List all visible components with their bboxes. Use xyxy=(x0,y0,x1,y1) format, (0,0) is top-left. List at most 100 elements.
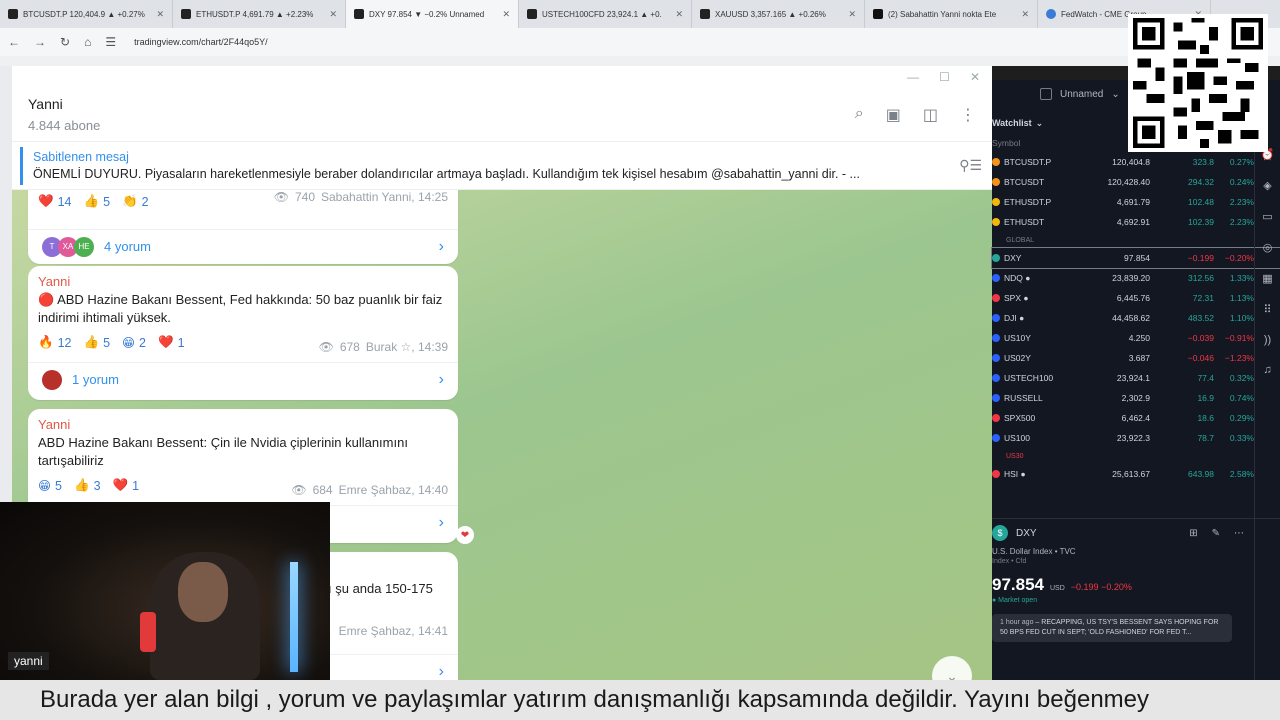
tab-close-icon[interactable]: ✕ xyxy=(156,9,164,20)
reaction-chip[interactable]: 😁 5 xyxy=(38,478,62,494)
apps-icon[interactable]: ⠿ xyxy=(1263,303,1271,316)
chat-icon[interactable]: ▭ xyxy=(1262,210,1272,223)
browser-tab[interactable]: ETHUSDT.P 4,691.79 ▲ +2.23% ✕ xyxy=(173,0,346,28)
message-meta: 👁 740 Sabahattin Yanni, 14:25 xyxy=(274,190,448,204)
home-icon[interactable]: ⌂ xyxy=(84,35,91,49)
reaction-chip[interactable]: 👍 3 xyxy=(74,478,101,493)
calendar-icon[interactable]: ▦ xyxy=(1262,272,1272,285)
reaction-chip[interactable]: ❤️ 14 xyxy=(38,194,71,209)
reaction-chip[interactable]: 🔥 12 xyxy=(38,335,71,350)
reload-icon[interactable]: ↻ xyxy=(60,35,70,49)
watchlist-row[interactable]: DJI ● 44,458.62 483.52 1.10% xyxy=(992,308,1280,328)
screen: BTCUSDT.P 120,404.9 ▲ +0.27% ✕ ETHUSDT.P… xyxy=(0,0,1280,720)
chevron-right-icon: › xyxy=(438,370,444,388)
bell-icon[interactable]: ♫ xyxy=(1263,364,1271,376)
bookmarks-bar xyxy=(0,56,1280,66)
last-price: 23,924.1 xyxy=(1116,373,1150,383)
tab-close-icon[interactable]: ✕ xyxy=(848,9,856,20)
market-status: ● Market open xyxy=(992,597,1038,604)
pinned-accent-bar xyxy=(20,146,23,185)
group-global[interactable]: GLOBAL xyxy=(992,232,1280,248)
tab-close-icon[interactable]: ✕ xyxy=(502,9,510,20)
watchlist-row[interactable]: BTCUSDT 120,428.40 294.32 0.24% xyxy=(992,172,1280,192)
change-percent: 0.74% xyxy=(1229,393,1254,403)
reaction-chip[interactable]: 👍 5 xyxy=(83,194,110,209)
pinned-message[interactable]: Sabitlenen mesaj ÖNEMLİ DUYURU. Piyasala… xyxy=(12,142,992,190)
tradingview-icon xyxy=(8,9,18,19)
browser-tab[interactable]: XAUUSD 3,357.165 ▲ +0.26% ✕ xyxy=(692,0,865,28)
layout-name[interactable]: Unnamed xyxy=(1060,89,1103,100)
watchlist-row[interactable]: SPX500 6,462.4 18.6 0.29% xyxy=(992,408,1280,428)
views-count: 678 xyxy=(339,340,360,354)
change: 18.6 xyxy=(1197,413,1214,423)
message-bubble[interactable]: ❤️ 14 👍 5 👏 2 👁 740 Sabahattin Yanni, 14:25 T… xyxy=(28,190,458,264)
minimize-icon[interactable]: — xyxy=(907,70,919,84)
message-signature: Burak ☆, 14:39 xyxy=(365,340,448,354)
tab-close-icon[interactable]: ✕ xyxy=(329,9,337,20)
watchlist-row[interactable]: US10Y 4.250 −0.039 −0.91% xyxy=(992,328,1280,348)
watchlist-row[interactable]: US02Y 3.687 −0.046 −1.23% xyxy=(992,348,1280,368)
qr-code xyxy=(1128,14,1268,152)
browser-tab[interactable]: (2) Sabahattin Yanni nokta Ete ✕ xyxy=(865,0,1038,28)
watchlist-row[interactable]: DXY 97.854 −0.199 −0.20% xyxy=(991,247,1280,269)
grid-icon[interactable]: ⊞ xyxy=(1189,528,1197,539)
reaction-chip[interactable]: 👍 5 xyxy=(83,335,110,350)
browser-tab[interactable]: BTCUSDT.P 120,404.9 ▲ +0.27% ✕ xyxy=(0,0,173,28)
reaction-count: 1 xyxy=(132,478,140,493)
reaction-chip[interactable]: ❤️ 1 xyxy=(158,335,185,350)
close-icon[interactable]: ✕ xyxy=(970,70,980,84)
more-icon[interactable]: ⋯ xyxy=(1234,528,1244,539)
watchlist-row[interactable]: SPX ● 6,445.76 72.31 1.13% xyxy=(992,288,1280,308)
layout-checkbox[interactable] xyxy=(1040,88,1052,100)
watchlist-row[interactable]: NDQ ● 23,839.20 312.56 1.33% xyxy=(992,268,1280,288)
col-symbol[interactable]: Symbol xyxy=(992,138,1090,152)
reaction-chip[interactable]: 😁 2 xyxy=(122,335,146,351)
layers-icon[interactable]: ◈ xyxy=(1263,179,1271,192)
reaction-chip[interactable]: ❤️ 1 xyxy=(113,478,140,493)
change: 643.98 xyxy=(1188,469,1214,479)
change-percent: 0.27% xyxy=(1229,157,1254,167)
live-stream-icon[interactable]: ▣ xyxy=(886,105,901,125)
group-us30[interactable]: US30 xyxy=(992,448,1280,464)
news-headline[interactable]: 1 hour ago – RECAPPING, US TSY'S BESSENT… xyxy=(992,614,1232,642)
comments-link[interactable]: 1 yorum › xyxy=(28,362,458,396)
target-icon[interactable]: ◎ xyxy=(1263,241,1273,254)
watchlist-row[interactable]: US100 23,922.3 78.7 0.33% xyxy=(992,428,1280,448)
message-signature: Emre Şahbaz, 14:41 xyxy=(338,624,448,638)
tab-close-icon[interactable]: ✕ xyxy=(675,9,683,20)
forward-icon[interactable]: → xyxy=(34,35,46,49)
tab-title: ETHUSDT.P 4,691.79 ▲ +2.23% xyxy=(196,9,314,19)
message-bubble[interactable]: Yanni 🔴 ABD Hazine Bakanı Bessent, Fed h… xyxy=(28,266,458,400)
reaction-count: 1 xyxy=(177,335,185,350)
reaction-count: 5 xyxy=(55,478,62,493)
back-icon[interactable]: ← xyxy=(8,35,20,49)
watchlist-row[interactable]: USTECH100 23,924.1 77.4 0.32% xyxy=(992,368,1280,388)
site-info-icon[interactable]: ☰ xyxy=(105,35,116,49)
symbol-logo-icon xyxy=(992,274,1000,282)
watchlist-row[interactable]: ETHUSDT.P 4,691.79 102.48 2.23% xyxy=(992,192,1280,212)
url-text[interactable]: tradingview.com/chart/2F44qo5Y/ xyxy=(134,37,268,47)
pinned-list-icon[interactable]: ⚲☰ xyxy=(959,157,982,174)
more-options-icon[interactable]: ⋮ xyxy=(960,105,976,125)
message-text: 🔴 ABD Hazine Bakanı Bessent, Fed hakkınd… xyxy=(38,292,443,325)
chevron-down-icon[interactable]: ⌄ xyxy=(1111,89,1119,100)
maximize-icon[interactable]: ☐ xyxy=(939,70,950,84)
subscriber-count: 4.844 abone xyxy=(28,118,101,133)
signal-icon[interactable]: )) xyxy=(1264,334,1271,346)
edit-icon[interactable]: ✎ xyxy=(1212,528,1220,539)
news-text: RECAPPING, US TSY'S BESSENT SAYS HOPING … xyxy=(1000,619,1219,636)
watchlist-row[interactable]: ETHUSDT 4,692.91 102.39 2.23% xyxy=(992,212,1280,232)
browser-tab[interactable]: USTECH100CFD 23,924.1 ▲ +0. ✕ xyxy=(519,0,692,28)
sidebar-toggle-icon[interactable]: ◫ xyxy=(923,105,938,125)
tab-close-icon[interactable]: ✕ xyxy=(1021,9,1029,20)
browser-tab[interactable]: DXY 97.854 ▼ −0.2% Unnamed ✕ xyxy=(346,0,519,28)
watchlist-row[interactable]: BTCUSDT.P 120,404.8 323.8 0.27% xyxy=(992,152,1280,172)
watchlist-row[interactable]: HSI ● 25,613.67 643.98 2.58% xyxy=(992,464,1280,484)
search-icon[interactable]: ⌕ xyxy=(855,105,864,125)
reaction-chip[interactable]: 👏 2 xyxy=(122,194,149,209)
watchlist-row[interactable]: RUSSELL 2,302.9 16.9 0.74% xyxy=(992,388,1280,408)
channel-header[interactable]: Yanni 4.844 abone ⌕ ▣ ◫ ⋮ xyxy=(12,88,992,142)
change-percent: −0.91% xyxy=(1224,333,1254,343)
webcam-overlay: yanni xyxy=(0,502,330,680)
comments-link[interactable]: T XA HE 4 yorum › xyxy=(28,229,458,263)
